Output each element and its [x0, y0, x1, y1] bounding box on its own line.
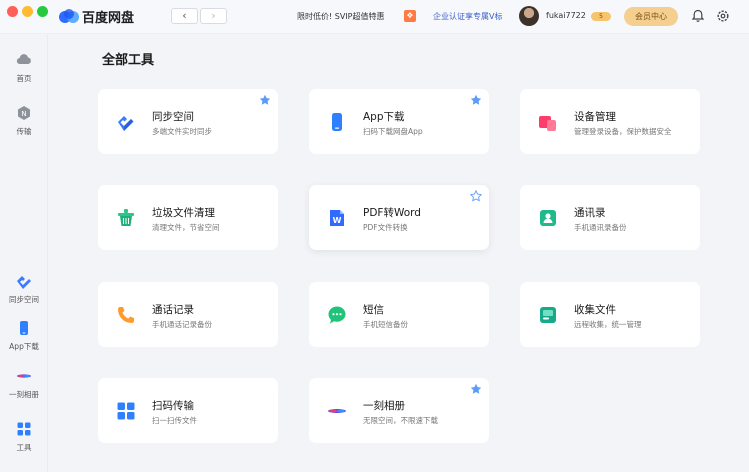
tool-card-sync-space[interactable]: 同步空间 多端文件实时同步 [98, 89, 278, 154]
tool-card-contacts[interactable]: 通讯录 手机通讯录备份 [520, 185, 700, 250]
tool-card-sms[interactable]: 短信 手机短信备份 [309, 282, 489, 347]
tool-title: 通话记录 [152, 304, 194, 316]
tool-title: App下载 [363, 111, 405, 123]
device-icon [539, 116, 556, 131]
tools-grid-icon [17, 422, 31, 436]
tool-description: PDF文件转换 [363, 223, 408, 232]
tool-description: 手机通话记录备份 [152, 320, 212, 329]
tool-title: 扫码传输 [152, 400, 194, 412]
album-icon [328, 409, 346, 413]
member-center-button[interactable]: 会员中心 [624, 7, 678, 26]
sidebar-item-label: 同步空间 [9, 295, 39, 304]
tool-card-scan-transfer[interactable]: 扫码传输 扫一扫传文件 [98, 378, 278, 443]
sidebar-item-home[interactable]: 首页 [0, 52, 48, 84]
star-icon[interactable] [470, 94, 482, 106]
svg-text:W: W [333, 216, 342, 225]
maximize-window-button[interactable] [37, 6, 48, 17]
title-bar: 百度网盘 ‹ › 限时低价! SVIP超值特惠 ❖ 企业认证享专属V标 fuka… [0, 0, 749, 34]
tool-description: 管理登录设备，保护数据安全 [574, 127, 672, 136]
star-icon[interactable] [470, 383, 482, 395]
sidebar-item-sync[interactable]: 同步空间 [0, 273, 48, 305]
tool-description: 无限空间，不限速下载 [363, 416, 438, 425]
sidebar-item-label: 首页 [16, 74, 32, 83]
tool-card-device-management[interactable]: 设备管理 管理登录设备，保护数据安全 [520, 89, 700, 154]
sidebar-item-label: App下载 [9, 342, 39, 351]
sidebar-item-album[interactable]: 一刻相册 [0, 368, 48, 400]
tool-description: 多端文件实时同步 [152, 127, 212, 136]
tool-title: 一刻相册 [363, 400, 405, 412]
svg-text:N: N [21, 110, 26, 118]
back-button[interactable]: ‹ [171, 8, 198, 24]
page-title: 全部工具 [102, 53, 155, 68]
tool-title: 收集文件 [574, 304, 616, 316]
sync-space-icon [118, 116, 134, 131]
tool-description: 清理文件，节省空间 [152, 223, 220, 232]
tool-description: 手机通讯录备份 [574, 223, 627, 232]
phone-call-icon [118, 307, 134, 323]
sidebar-item-label: 一刻相册 [9, 390, 39, 399]
bell-icon[interactable] [691, 9, 705, 23]
cloud-home-icon [16, 54, 31, 65]
tool-description: 远程收集，统一管理 [574, 320, 642, 329]
tool-description: 扫码下载网盘App [363, 127, 423, 136]
close-window-button[interactable] [7, 6, 18, 17]
contacts-icon [540, 210, 556, 226]
sidebar: 首页 N 传输 同步空间 App下载 一刻相册 工具 [0, 35, 48, 472]
sidebar-item-transfer[interactable]: N 传输 [0, 105, 48, 137]
star-icon[interactable] [259, 94, 271, 106]
pdf-word-icon: W [330, 210, 344, 226]
minimize-window-button[interactable] [22, 6, 33, 17]
phone-icon [332, 113, 342, 131]
tool-card-junk-cleanup[interactable]: 垃圾文件清理 清理文件，节省空间 [98, 185, 278, 250]
scan-transfer-icon [117, 402, 135, 420]
transfer-icon: N [18, 106, 30, 120]
sidebar-item-label: 传输 [16, 127, 32, 136]
tool-description: 手机短信备份 [363, 320, 408, 329]
baidu-netdisk-logo-icon [59, 9, 79, 23]
tool-title: PDF转Word [363, 207, 421, 219]
trash-clean-icon [118, 209, 134, 226]
tool-card-app-download[interactable]: App下载 扫码下载网盘App [309, 89, 489, 154]
phone-icon [20, 321, 28, 335]
tool-title: 通讯录 [574, 207, 606, 219]
username[interactable]: fukai7722 [546, 11, 586, 20]
tool-card-pdf-to-word[interactable]: W PDF转Word PDF文件转换 [309, 185, 489, 250]
tool-title: 垃圾文件清理 [152, 207, 215, 219]
tool-description: 扫一扫传文件 [152, 416, 197, 425]
sidebar-item-label: 工具 [16, 443, 32, 452]
forward-button[interactable]: › [200, 8, 227, 24]
sync-icon [17, 276, 31, 289]
app-name: 百度网盘 [82, 11, 135, 26]
tool-card-moment-album[interactable]: 一刻相册 无限空间，不限速下载 [309, 378, 489, 443]
collect-files-icon [540, 307, 556, 323]
vip-level-badge: 5 [591, 12, 611, 21]
gear-icon[interactable] [716, 9, 730, 23]
chat-bubble-icon [328, 306, 346, 324]
sidebar-item-app-download[interactable]: App下载 [0, 320, 48, 352]
star-outline-icon[interactable] [470, 190, 482, 202]
sidebar-item-tools[interactable]: 工具 [0, 421, 48, 453]
tool-title: 同步空间 [152, 111, 194, 123]
enterprise-verify-link[interactable]: 企业认证享专属V标 [433, 11, 502, 22]
tool-title: 设备管理 [574, 111, 616, 123]
svip-promo-link[interactable]: 限时低价! SVIP超值特惠 [297, 11, 384, 22]
tool-card-call-log[interactable]: 通话记录 手机通话记录备份 [98, 282, 278, 347]
tool-title: 短信 [363, 304, 384, 316]
avatar[interactable] [519, 6, 539, 26]
gift-icon[interactable]: ❖ [404, 10, 416, 22]
album-icon [17, 374, 31, 378]
tool-card-collect-files[interactable]: 收集文件 远程收集，统一管理 [520, 282, 700, 347]
main-content: 全部工具 同步空间 多端文件实时同步 App下载 扫码下载网盘App 设备管理 … [49, 35, 749, 472]
